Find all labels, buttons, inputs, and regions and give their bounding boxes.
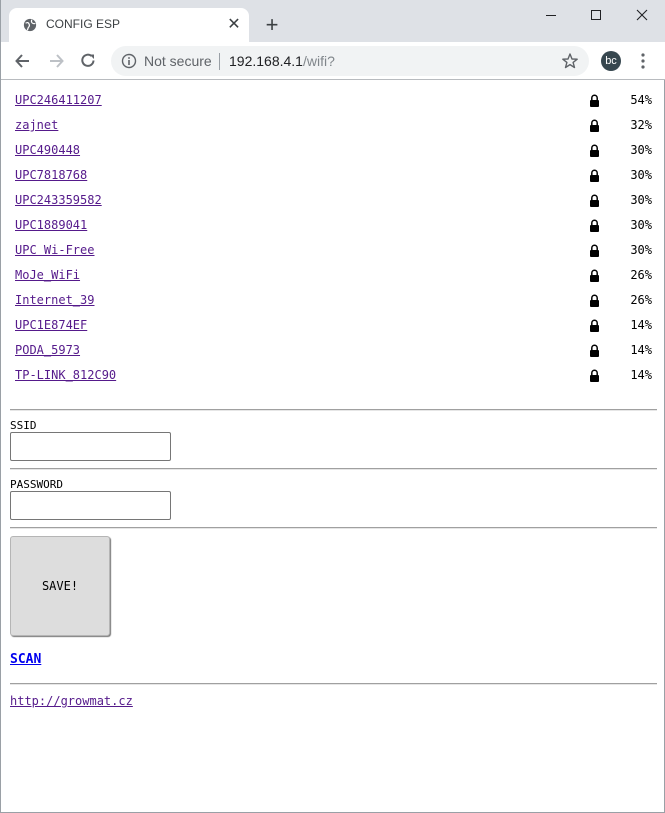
browser-window: CONFIG ESP ✕ + Not secure 192.168.4.1/wi… — [0, 0, 665, 813]
network-signal: 26% — [630, 268, 652, 282]
divider — [10, 468, 657, 470]
security-label: Not secure — [144, 53, 212, 69]
lock-icon — [590, 219, 599, 232]
password-input[interactable] — [10, 491, 171, 520]
lock-icon — [590, 119, 599, 132]
network-ssid-link[interactable]: UPC246411207 — [15, 93, 102, 107]
forward-arrow-icon[interactable] — [46, 51, 66, 71]
network-row: UPC Wi-Free 30% — [1, 241, 664, 261]
network-row: MoJe_WiFi 26% — [1, 266, 664, 286]
network-ssid-link[interactable]: zajnet — [15, 118, 58, 132]
network-signal: 14% — [630, 343, 652, 357]
lock-icon — [590, 319, 599, 332]
network-ssid-link[interactable]: UPC243359582 — [15, 193, 102, 207]
divider — [10, 683, 657, 685]
lock-icon — [590, 269, 599, 282]
scan-link[interactable]: SCAN — [10, 652, 41, 667]
url-separator — [219, 53, 220, 70]
reload-icon[interactable] — [78, 51, 98, 71]
network-ssid-link[interactable]: UPC Wi-Free — [15, 243, 94, 257]
network-signal: 32% — [630, 118, 652, 132]
network-signal: 30% — [630, 168, 652, 182]
network-signal: 30% — [630, 243, 652, 257]
url-text[interactable]: 192.168.4.1/wifi? — [229, 53, 335, 69]
browser-toolbar: Not secure 192.168.4.1/wifi? bc — [1, 42, 665, 80]
lock-icon — [590, 344, 599, 357]
password-label: PASSWORD — [10, 478, 63, 491]
network-signal: 30% — [630, 193, 652, 207]
network-ssid-link[interactable]: TP-LINK_812C90 — [15, 368, 116, 382]
maximize-icon[interactable] — [585, 6, 607, 24]
ssid-label: SSID — [10, 419, 37, 432]
ssid-input[interactable] — [10, 432, 171, 461]
network-ssid-link[interactable]: MoJe_WiFi — [15, 268, 80, 282]
new-tab-icon[interactable]: + — [263, 14, 281, 36]
network-ssid-link[interactable]: UPC1889041 — [15, 218, 87, 232]
footer-link[interactable]: http://growmat.cz — [10, 694, 133, 708]
network-row: zajnet 32% — [1, 116, 664, 136]
address-bar[interactable]: Not secure 192.168.4.1/wifi? — [111, 46, 589, 76]
url-path: /wifi? — [302, 53, 335, 69]
close-tab-icon[interactable]: ✕ — [226, 17, 242, 33]
network-row: UPC7818768 30% — [1, 166, 664, 186]
network-signal: 54% — [630, 93, 652, 107]
page-content: UPC246411207 54% zajnet 32% UPC490448 30% UPC7… — [1, 81, 664, 812]
lock-icon — [590, 294, 599, 307]
network-signal: 26% — [630, 293, 652, 307]
network-ssid-link[interactable]: Internet_39 — [15, 293, 94, 307]
close-window-icon[interactable] — [631, 6, 653, 24]
tab-strip: CONFIG ESP ✕ + — [1, 0, 665, 42]
divider — [10, 409, 657, 411]
lock-icon — [590, 244, 599, 257]
network-ssid-link[interactable]: UPC1E874EF — [15, 318, 87, 332]
network-row: UPC243359582 30% — [1, 191, 664, 211]
info-icon[interactable] — [121, 53, 137, 69]
lock-icon — [590, 369, 599, 382]
lock-icon — [590, 144, 599, 157]
network-row: Internet_39 26% — [1, 291, 664, 311]
profile-avatar[interactable]: bc — [601, 51, 621, 71]
network-signal: 14% — [630, 318, 652, 332]
network-row: UPC1E874EF 14% — [1, 316, 664, 336]
network-row: PODA_5973 14% — [1, 341, 664, 361]
minimize-icon[interactable] — [540, 6, 562, 24]
network-signal: 30% — [630, 218, 652, 232]
network-ssid-link[interactable]: UPC7818768 — [15, 168, 87, 182]
network-ssid-link[interactable]: PODA_5973 — [15, 343, 80, 357]
url-host: 192.168.4.1 — [229, 53, 303, 69]
network-row: UPC490448 30% — [1, 141, 664, 161]
more-menu-icon[interactable] — [637, 52, 649, 70]
tab-config-esp[interactable]: CONFIG ESP ✕ — [9, 8, 249, 42]
save-button[interactable]: SAVE! — [10, 536, 110, 636]
network-row: TP-LINK_812C90 14% — [1, 366, 664, 386]
divider — [10, 527, 657, 529]
back-arrow-icon[interactable] — [13, 51, 33, 71]
network-row: UPC246411207 54% — [1, 91, 664, 111]
lock-icon — [590, 94, 599, 107]
network-row: UPC1889041 30% — [1, 216, 664, 236]
bookmark-star-icon[interactable] — [561, 52, 579, 70]
lock-icon — [590, 194, 599, 207]
network-signal: 14% — [630, 368, 652, 382]
network-ssid-link[interactable]: UPC490448 — [15, 143, 80, 157]
tab-title: CONFIG ESP — [46, 17, 121, 31]
lock-icon — [590, 169, 599, 182]
globe-icon — [23, 18, 37, 32]
network-signal: 30% — [630, 143, 652, 157]
